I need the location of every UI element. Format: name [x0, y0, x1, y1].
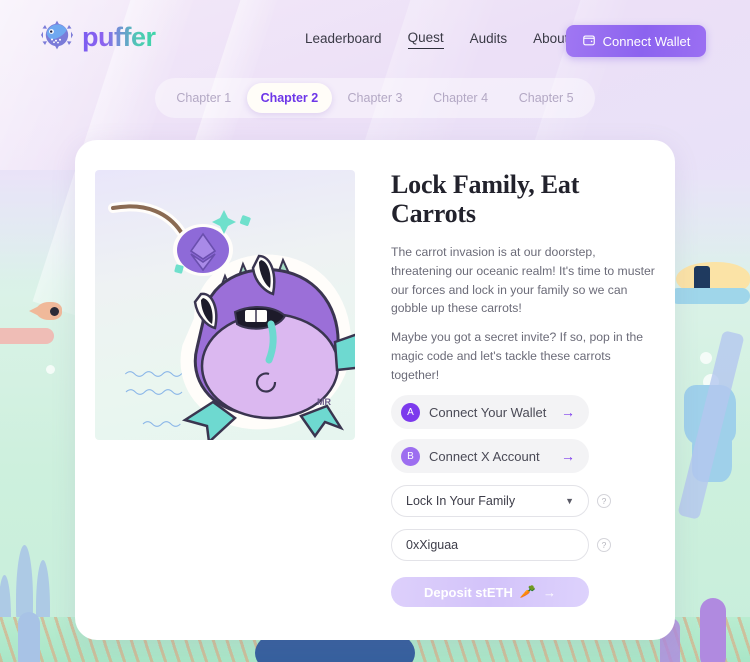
chapter-tab-3[interactable]: Chapter 3 — [332, 83, 418, 113]
background-coral-bottom — [700, 598, 726, 662]
step-badge-a: A — [401, 402, 420, 422]
background-bubble — [700, 352, 712, 364]
chapter-tab-5[interactable]: Chapter 5 — [503, 83, 589, 113]
arrow-right-icon: → — [543, 584, 557, 600]
quest-paragraph-2: Maybe you got a secret invite? If so, po… — [391, 330, 644, 383]
connect-your-wallet-label: Connect Your Wallet — [429, 404, 547, 420]
connect-wallet-label: Connect Wallet — [602, 33, 691, 49]
chapter-tab-2[interactable]: Chapter 2 — [246, 83, 333, 113]
quest-card: MR Lock Family, Eat Carrots The carrot i… — [75, 140, 675, 640]
chevron-down-icon: ▼ — [565, 496, 574, 507]
lock-in-your-family-select[interactable]: Lock In Your Family ▼ — [391, 485, 589, 518]
quest-title: Lock Family, Eat Carrots — [391, 170, 580, 229]
step-badge-b: B — [401, 446, 420, 466]
arrow-right-icon: → — [561, 448, 575, 465]
connect-x-account-label: Connect X Account — [429, 448, 540, 464]
background-bubble — [46, 365, 55, 374]
connect-wallet-button[interactable]: Connect Wallet — [566, 25, 706, 57]
deposit-steth-button[interactable]: Deposit stETH 🥕 → — [391, 577, 589, 608]
carrot-icon: 🥕 — [519, 584, 537, 600]
background-fish-right-tail — [670, 288, 750, 304]
invite-code-row: 0xXiguaa ? — [391, 529, 655, 562]
connect-your-wallet-button[interactable]: A Connect Your Wallet → — [391, 395, 589, 430]
invite-code-input[interactable]: 0xXiguaa — [391, 529, 589, 562]
invite-code-value: 0xXiguaa — [406, 538, 459, 553]
nav-link-audits[interactable]: Audits — [470, 31, 508, 49]
quest-content-column: Lock Family, Eat Carrots The carrot inva… — [375, 140, 675, 640]
arrow-right-icon: → — [561, 404, 575, 421]
chapter-tab-1[interactable]: Chapter 1 — [161, 83, 247, 113]
wallet-icon — [582, 33, 596, 50]
logo[interactable]: puffer — [40, 20, 156, 55]
nav-link-quest[interactable]: Quest — [407, 30, 444, 49]
logo-text: puffer — [82, 22, 156, 52]
deposit-steth-label: Deposit stETH — [423, 584, 513, 600]
nav-link-about[interactable]: About — [533, 31, 568, 49]
pufferfish-icon — [40, 20, 74, 55]
background-fish-left — [29, 302, 62, 320]
background-eel-left — [0, 328, 54, 344]
help-icon[interactable]: ? — [597, 494, 611, 509]
chapter-tabs: Chapter 1 Chapter 2 Chapter 3 Chapter 4 … — [155, 78, 595, 118]
family-select-row: Lock In Your Family ▼ ? — [391, 485, 655, 518]
family-select-value: Lock In Your Family — [406, 494, 516, 509]
site-header: puffer Leaderboard Quest Audits About Co… — [0, 0, 750, 78]
quest-illustration: MR — [95, 170, 355, 440]
connect-x-account-button[interactable]: B Connect X Account → — [391, 439, 589, 474]
quest-paragraph-1: The carrot invasion is at our doorstep, … — [391, 244, 655, 316]
main-navigation: Leaderboard Quest Audits About — [305, 30, 568, 49]
chapter-tab-4[interactable]: Chapter 4 — [418, 83, 504, 113]
help-icon[interactable]: ? — [597, 538, 611, 553]
background-coral-bottom — [18, 612, 40, 662]
nav-link-leaderboard[interactable]: Leaderboard — [305, 31, 382, 49]
quest-illustration-column: MR — [75, 140, 375, 640]
svg-text:MR: MR — [317, 397, 331, 407]
